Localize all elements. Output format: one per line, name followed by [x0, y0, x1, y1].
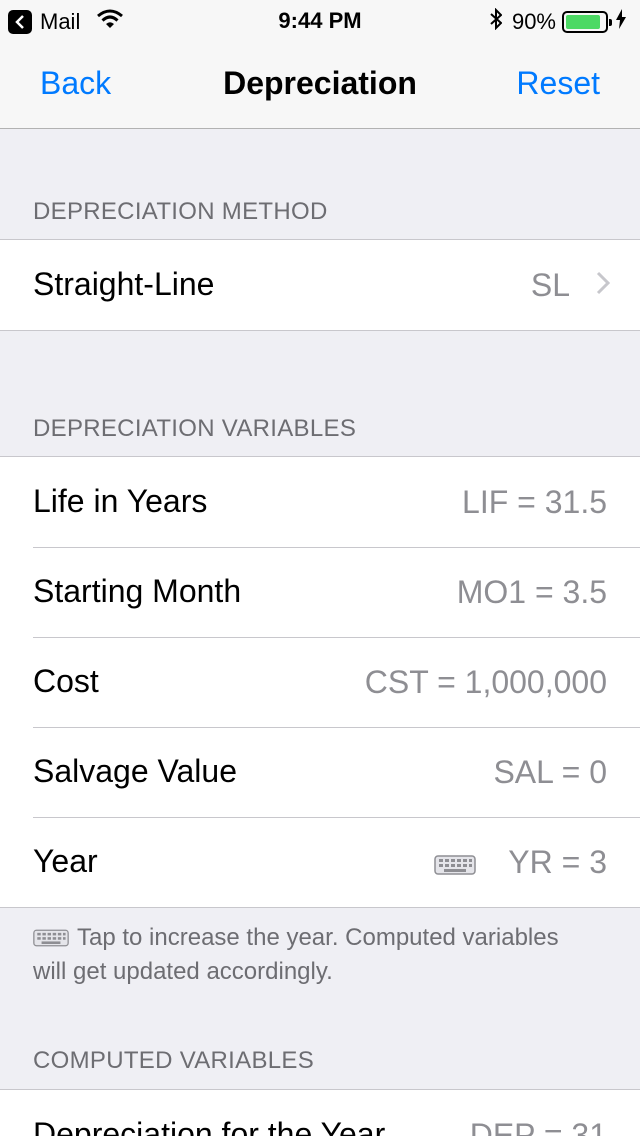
- variable-value: CST = 1,000,000: [364, 664, 607, 700]
- variable-label: Cost: [33, 663, 99, 699]
- variable-row-salvage[interactable]: Salvage Value SAL = 0: [0, 727, 640, 817]
- computed-section-header: COMPUTED VARIABLES: [33, 1047, 315, 1074]
- variable-value: YR = 3: [508, 844, 607, 880]
- status-right: 90%: [490, 7, 626, 36]
- variable-label: Starting Month: [33, 573, 242, 609]
- status-bar: Mail 9:44 PM 90%: [0, 0, 640, 40]
- bluetooth-icon: [490, 7, 503, 36]
- battery-icon: [562, 11, 612, 33]
- variable-row-year[interactable]: Year YR = 3: [0, 817, 640, 907]
- variable-label: Year: [33, 843, 98, 879]
- variables-section-header: DEPRECIATION VARIABLES: [33, 415, 357, 442]
- variable-row-starting-month[interactable]: Starting Month MO1 = 3.5: [0, 547, 640, 637]
- variable-value: SAL = 0: [493, 754, 607, 790]
- chevron-right-icon: [596, 271, 611, 300]
- variable-row-cost[interactable]: Cost CST = 1,000,000: [0, 637, 640, 727]
- variable-value: MO1 = 3.5: [456, 574, 607, 610]
- keyboard-icon: [33, 924, 69, 956]
- variable-label: Life in Years: [33, 483, 208, 519]
- method-label: Straight-Line: [33, 266, 215, 302]
- charging-bolt-icon: [616, 9, 626, 35]
- keyboard-icon[interactable]: [434, 855, 476, 880]
- method-value: SL: [530, 267, 570, 303]
- variables-group: Life in Years LIF = 31.5 Starting Month …: [0, 456, 640, 908]
- variable-label: Salvage Value: [33, 753, 237, 789]
- battery-nub: [609, 19, 612, 26]
- variable-value: LIF = 31.5: [462, 484, 607, 520]
- method-row[interactable]: Straight-Line SL: [0, 240, 640, 330]
- navigation-bar: Back Depreciation Reset: [0, 40, 640, 129]
- variable-row-life[interactable]: Life in Years LIF = 31.5: [0, 457, 640, 547]
- variables-footer-note: Tap to increase the year. Computed varia…: [33, 922, 593, 988]
- footer-note-text: Tap to increase the year. Computed varia…: [33, 924, 559, 985]
- battery-fill: [566, 15, 601, 29]
- battery-percent: 90%: [511, 9, 556, 34]
- method-section-header: DEPRECIATION METHOD: [33, 198, 328, 225]
- method-group: Straight-Line SL: [0, 239, 640, 331]
- computed-group: Depreciation for the Year DEP = 31: [0, 1089, 640, 1136]
- computed-row-depreciation[interactable]: Depreciation for the Year DEP = 31: [0, 1090, 640, 1136]
- computed-label: Depreciation for the Year: [33, 1116, 386, 1136]
- reset-button[interactable]: Reset: [516, 65, 600, 102]
- computed-value: DEP = 31: [469, 1117, 607, 1136]
